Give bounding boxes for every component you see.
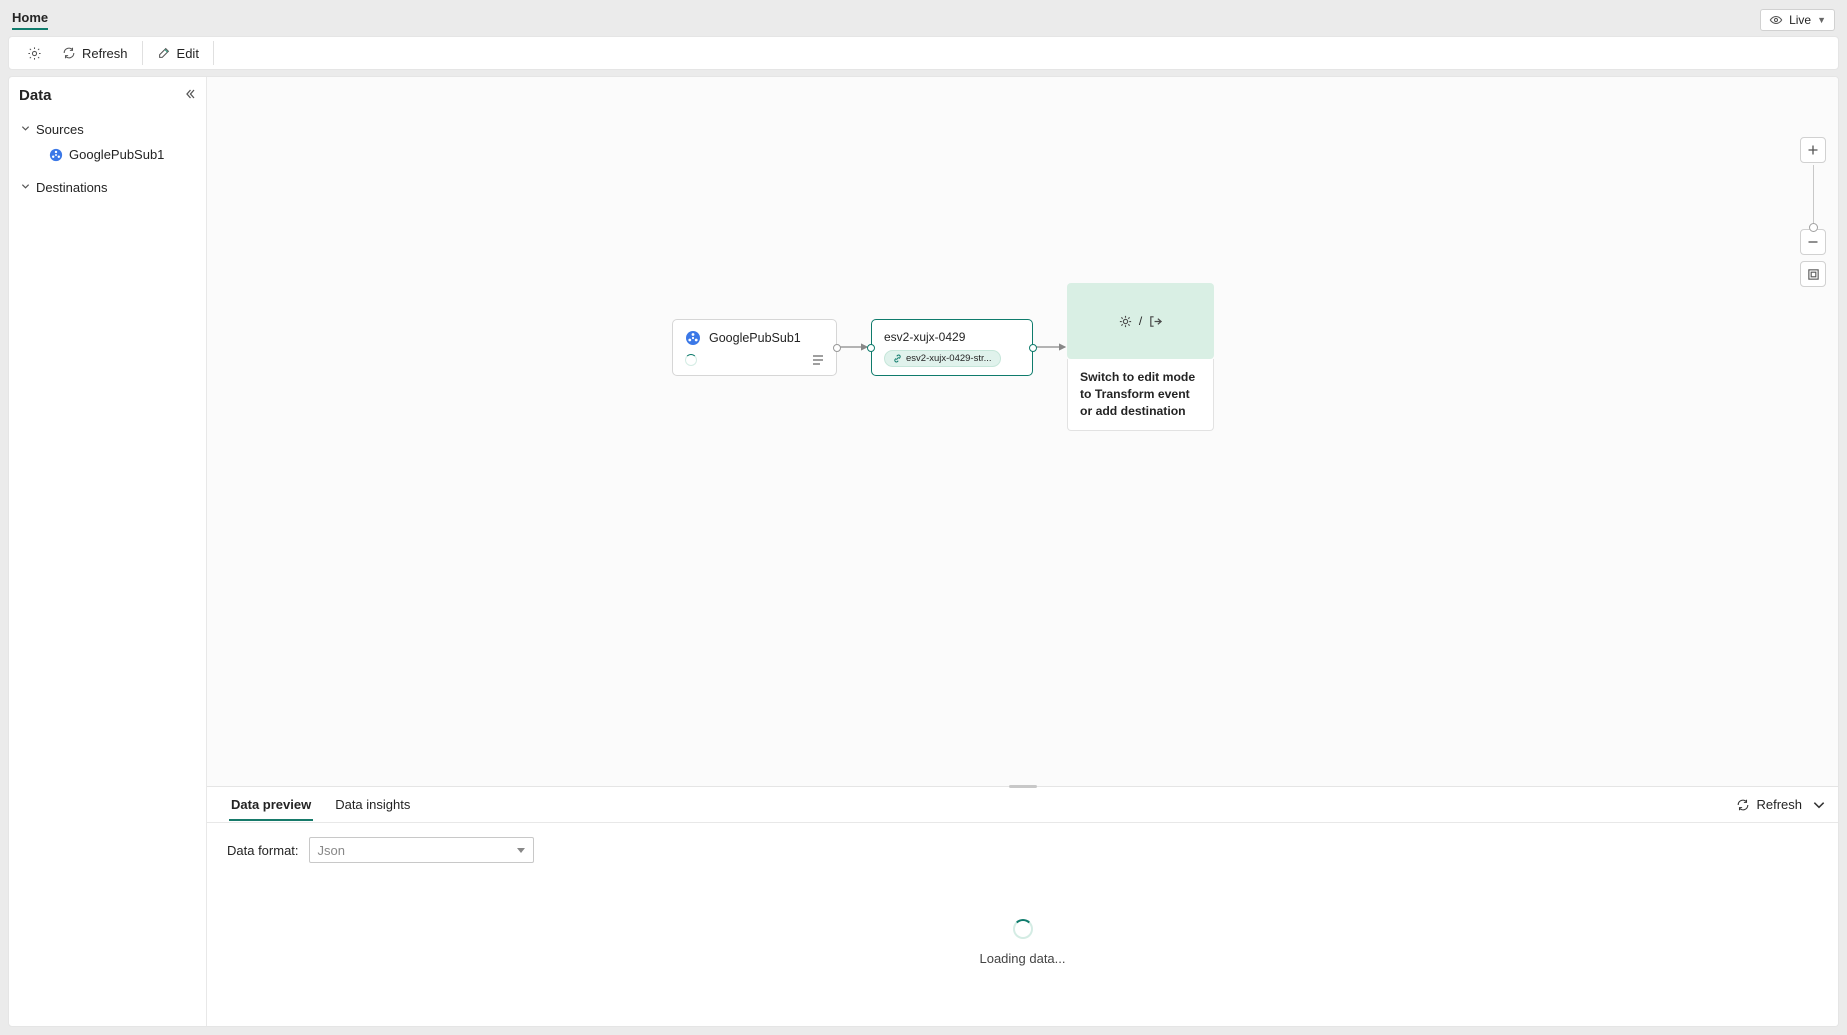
- main: GooglePubSub1 esv2-xujx-0429: [207, 77, 1838, 1026]
- loading-state: Loading data...: [207, 869, 1838, 1026]
- node-stream-esv2[interactable]: esv2-xujx-0429 esv2-xujx-0429-str...: [871, 319, 1033, 376]
- toolbar: Refresh Edit: [8, 36, 1839, 70]
- toolbar-divider: [142, 41, 143, 65]
- bottom-tab-actions: Refresh: [1736, 797, 1826, 812]
- flow-nodes: GooglePubSub1 esv2-xujx-0429: [207, 77, 1838, 786]
- output-port[interactable]: [833, 344, 841, 352]
- chevron-down-icon: [21, 124, 30, 136]
- tab-home[interactable]: Home: [12, 10, 48, 30]
- bottom-refresh-button[interactable]: Refresh: [1736, 797, 1802, 812]
- format-row: Data format: Json: [207, 823, 1838, 869]
- refresh-label: Refresh: [1756, 797, 1802, 812]
- placeholder-caption: Switch to edit mode to Transform event o…: [1067, 359, 1214, 431]
- tree-section-destinations[interactable]: Destinations: [21, 176, 194, 199]
- menu-icon[interactable]: [812, 355, 824, 365]
- loading-spinner-icon: [1013, 919, 1033, 939]
- tree-section-label: Sources: [36, 122, 84, 137]
- chevron-down-icon: ▼: [1817, 15, 1826, 25]
- refresh-button[interactable]: Refresh: [52, 42, 138, 65]
- loading-spinner-icon: [685, 354, 697, 366]
- tab-data-preview[interactable]: Data preview: [229, 789, 313, 821]
- eye-icon: [1769, 13, 1783, 27]
- input-port[interactable]: [867, 344, 875, 352]
- node-title: esv2-xujx-0429: [884, 330, 1020, 344]
- pubsub-icon: [49, 148, 63, 162]
- content: Data Sources GooglePubSub1: [8, 76, 1839, 1027]
- chip-label: esv2-xujx-0429-str...: [906, 353, 992, 364]
- collapse-panel-button[interactable]: [1812, 798, 1826, 812]
- node-destination-placeholder[interactable]: / Switch to edit mode to Transform event…: [1067, 283, 1214, 431]
- flow-canvas[interactable]: GooglePubSub1 esv2-xujx-0429: [207, 77, 1838, 786]
- bottom-tabs: Data preview Data insights: [219, 789, 412, 821]
- tree-section-label: Destinations: [36, 180, 108, 195]
- slash-separator: /: [1139, 314, 1142, 328]
- format-value: Json: [318, 843, 345, 858]
- output-icon: [1148, 314, 1163, 329]
- tree-item-label: GooglePubSub1: [69, 147, 164, 162]
- tab-data-insights[interactable]: Data insights: [333, 789, 412, 821]
- sidebar-title: Data: [19, 87, 52, 104]
- refresh-icon: [1736, 798, 1750, 812]
- gear-icon: [27, 46, 42, 61]
- top-tabs: Home: [12, 10, 48, 30]
- top-tab-bar: Home Live ▼: [8, 8, 1839, 32]
- edit-icon: [157, 46, 171, 60]
- bottom-panel: Data preview Data insights Refresh: [207, 786, 1838, 1026]
- stream-chip[interactable]: esv2-xujx-0429-str...: [884, 350, 1001, 367]
- output-port[interactable]: [1029, 344, 1037, 352]
- sidebar: Data Sources GooglePubSub1: [9, 77, 207, 1026]
- pubsub-icon: [685, 330, 701, 346]
- edit-label: Edit: [177, 46, 199, 61]
- node-title: GooglePubSub1: [709, 331, 801, 345]
- refresh-icon: [62, 46, 76, 60]
- tree-section-sources[interactable]: Sources: [21, 118, 194, 141]
- toolbar-divider: [213, 41, 214, 65]
- link-icon: [893, 354, 902, 363]
- live-label: Live: [1789, 13, 1811, 27]
- edit-button[interactable]: Edit: [147, 42, 209, 65]
- node-source-googlepubsub1[interactable]: GooglePubSub1: [672, 319, 837, 376]
- data-format-select[interactable]: Json: [309, 837, 534, 863]
- loading-text: Loading data...: [979, 951, 1065, 966]
- chevron-double-left-icon: [184, 88, 196, 100]
- format-label: Data format:: [227, 843, 299, 858]
- chevron-down-icon: [21, 182, 30, 194]
- live-mode-button[interactable]: Live ▼: [1760, 9, 1835, 31]
- settings-button[interactable]: [17, 42, 52, 65]
- tree-item-googlepubsub1[interactable]: GooglePubSub1: [21, 141, 194, 168]
- transform-icon: [1118, 314, 1133, 329]
- refresh-label: Refresh: [82, 46, 128, 61]
- collapse-sidebar-button[interactable]: [184, 88, 196, 103]
